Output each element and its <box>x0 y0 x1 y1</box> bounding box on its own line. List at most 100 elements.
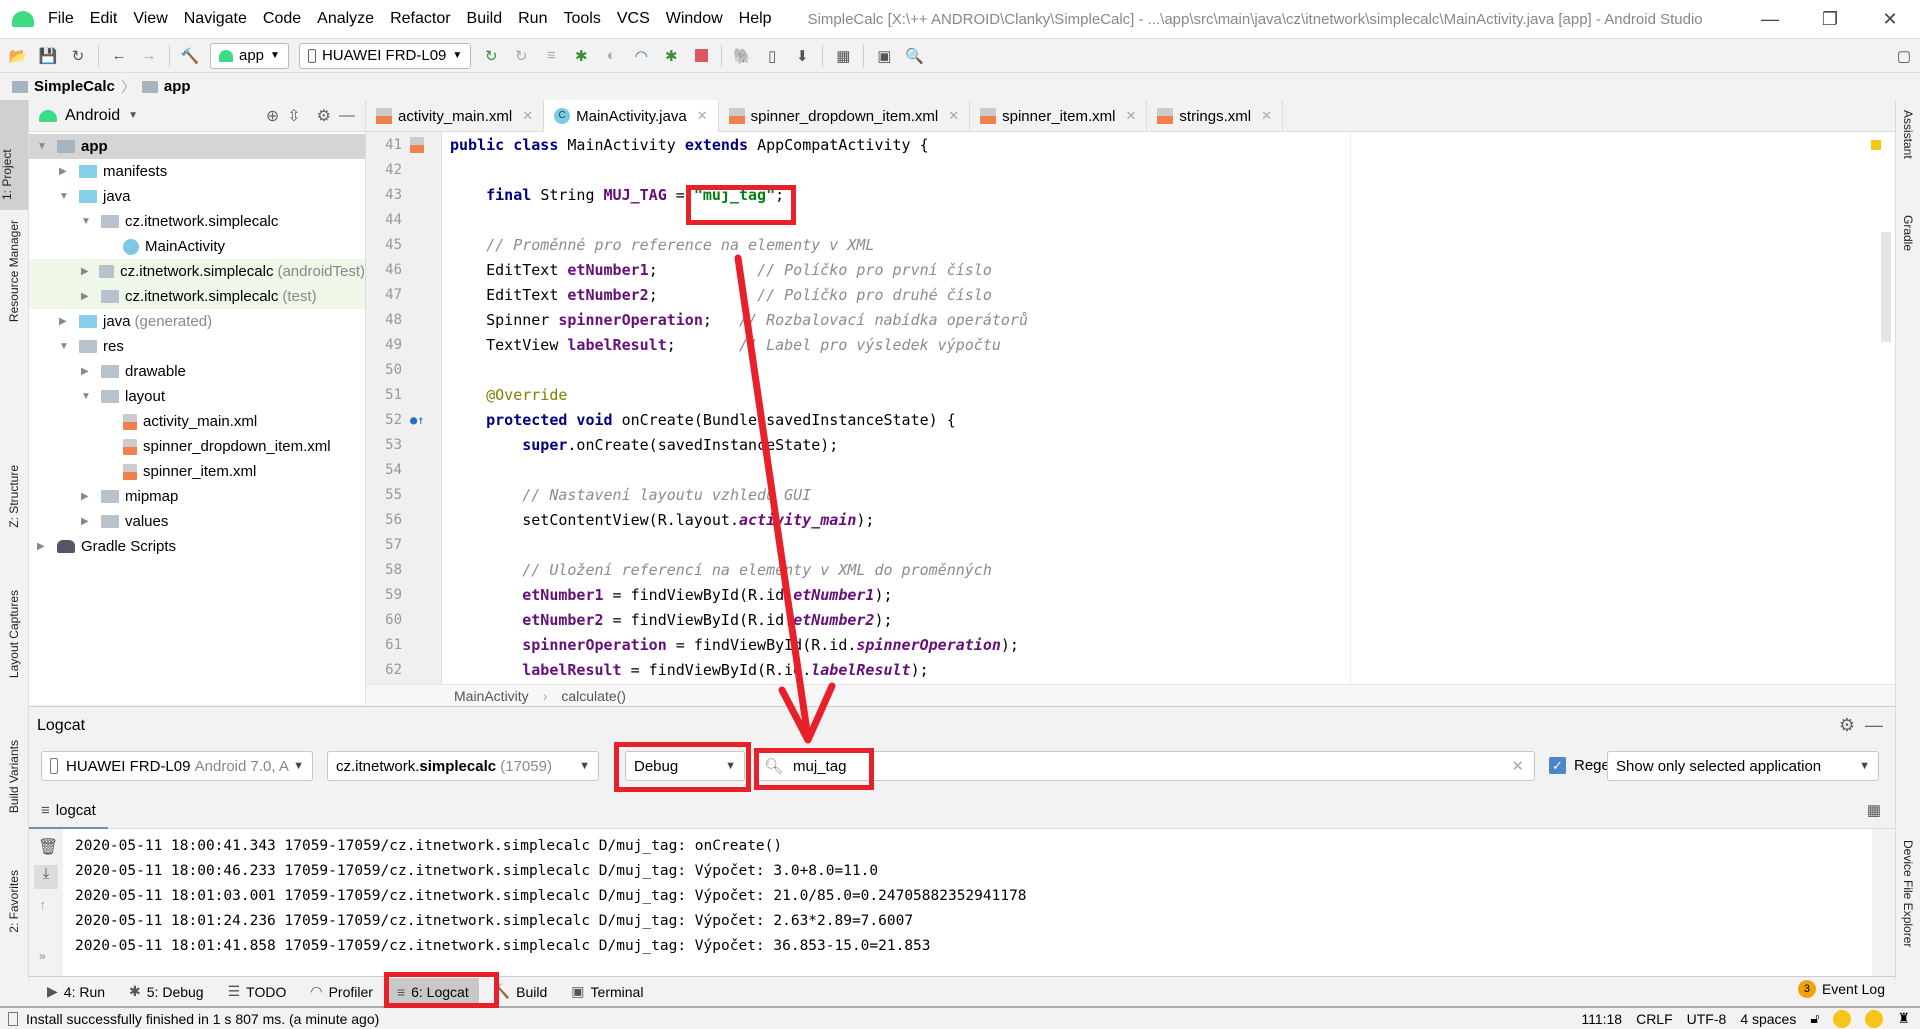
close-tab-icon[interactable]: ✕ <box>948 108 959 124</box>
caret-right-icon[interactable]: ▶ <box>81 491 95 502</box>
status-message[interactable]: Install successfully finished in 1 s 807… <box>26 1011 379 1027</box>
gear-icon[interactable]: ⚙ <box>317 106 331 126</box>
tree-item[interactable]: MainActivity <box>29 234 365 259</box>
attach-debugger-icon[interactable]: ◐ <box>601 46 621 66</box>
filter-config-select[interactable]: Show only selected application ▼ <box>1607 751 1879 781</box>
up-arrow-icon[interactable]: ↑ <box>39 897 47 914</box>
collapse-all-icon[interactable]: ⇳ <box>287 106 300 126</box>
save-icon[interactable]: 💾 <box>38 46 58 66</box>
caret-right-icon[interactable]: ▶ <box>81 291 95 302</box>
related-layout-icon[interactable] <box>410 136 424 153</box>
layout-options-icon[interactable]: ▦ <box>1867 801 1881 819</box>
caret-right-icon[interactable]: ▶ <box>81 366 95 377</box>
tab-project[interactable]: 1: Project <box>0 100 28 210</box>
tab-assistant[interactable]: Assistant <box>1901 110 1915 159</box>
tool-window-profiler[interactable]: ◠ Profiler <box>300 978 383 1006</box>
tab-spinner-dropdown-item-xml[interactable]: spinner_dropdown_item.xml ✕ <box>719 100 971 132</box>
sync-icon[interactable]: ↻ <box>68 46 88 66</box>
status-panel-icon[interactable] <box>8 1011 18 1026</box>
editor-scrollbar[interactable] <box>1881 232 1891 342</box>
tree-item[interactable]: ▼ app <box>29 134 365 159</box>
back-icon[interactable]: ← <box>109 46 129 66</box>
tree-item[interactable]: ▶ values <box>29 509 365 534</box>
hide-icon[interactable]: — <box>1865 715 1883 736</box>
user-icon[interactable]: ▢ <box>1894 46 1914 66</box>
stop-icon[interactable] <box>691 46 711 66</box>
locate-icon[interactable]: ⊕ <box>266 106 279 126</box>
override-method-icon[interactable]: ●↑ <box>410 413 424 427</box>
process-select[interactable]: cz.itnetwork. simplecalc (17059) ▼ <box>327 751 599 781</box>
tree-item[interactable]: ▶ drawable <box>29 359 365 384</box>
menu-window[interactable]: Window <box>666 10 723 28</box>
tree-item[interactable]: ▶ cz.itnetwork.simplecalc (test) <box>29 284 365 309</box>
caret-right-icon[interactable]: ▶ <box>59 166 73 177</box>
crumb-method[interactable]: calculate() <box>561 688 626 704</box>
menu-help[interactable]: Help <box>739 10 772 28</box>
menu-vcs[interactable]: VCS <box>617 10 650 28</box>
open-folder-icon[interactable]: 📂 <box>8 46 28 66</box>
tree-item[interactable]: ▼ res <box>29 334 365 359</box>
tool-window-terminal[interactable]: ▣ Terminal <box>561 978 653 1006</box>
tree-item[interactable]: activity_main.xml <box>29 409 365 434</box>
indent-setting[interactable]: 4 spaces <box>1740 1011 1796 1027</box>
tree-item[interactable]: ▶ mipmap <box>29 484 365 509</box>
rerun-icon[interactable]: ≡ <box>541 46 561 66</box>
tree-item[interactable]: spinner_item.xml <box>29 459 365 484</box>
line-separator[interactable]: CRLF <box>1636 1011 1673 1027</box>
menu-edit[interactable]: Edit <box>90 10 118 28</box>
tab-spinner-item-xml[interactable]: spinner_item.xml ✕ <box>970 100 1148 132</box>
hide-icon[interactable]: — <box>339 107 355 125</box>
caret-down-icon[interactable]: ▼ <box>81 391 95 402</box>
apply-code-changes-icon[interactable]: ↻ <box>511 46 531 66</box>
menu-code[interactable]: Code <box>263 10 301 28</box>
sdk-manager-icon[interactable]: ⬇ <box>792 46 812 66</box>
caret-right-icon[interactable]: ▶ <box>81 516 95 527</box>
tab-strings-xml[interactable]: strings.xml ✕ <box>1147 100 1283 132</box>
caret-right-icon[interactable]: ▶ <box>37 541 51 552</box>
close-tab-icon[interactable]: ✕ <box>697 108 708 124</box>
hammer-icon[interactable]: 🔨 <box>180 46 200 66</box>
debug-icon[interactable]: ✱ <box>571 46 591 66</box>
crumb-class[interactable]: MainActivity <box>454 688 529 704</box>
avd-manager-icon[interactable]: ▯ <box>762 46 782 66</box>
code-editor[interactable]: 41 public class MainActivity extends AppC… <box>366 132 1895 684</box>
inspection-status-icon[interactable] <box>1871 140 1881 150</box>
menu-run[interactable]: Run <box>518 10 547 28</box>
tab-gradle[interactable]: Gradle <box>1901 215 1915 251</box>
clear-search-icon[interactable]: ✕ <box>1511 757 1524 775</box>
tool-window-todo[interactable]: ☰ TODO <box>218 978 297 1006</box>
frown-feedback-icon[interactable] <box>1865 1009 1884 1028</box>
device-select[interactable]: HUAWEI FRD-L09 Android 7.0, A ▼ <box>41 751 313 781</box>
caret-position[interactable]: 111:18 <box>1581 1011 1622 1027</box>
close-tab-icon[interactable]: ✕ <box>1126 108 1137 124</box>
tab-logcat[interactable]: ≡ logcat <box>29 793 108 829</box>
tree-item[interactable]: ▶ manifests <box>29 159 365 184</box>
caret-right-icon[interactable]: ▶ <box>59 316 73 327</box>
menu-view[interactable]: View <box>133 10 167 28</box>
tree-item[interactable]: ▼ java <box>29 184 365 209</box>
attach-process-icon[interactable]: ✱ <box>661 46 681 66</box>
gear-icon[interactable]: ⚙ <box>1839 715 1855 736</box>
project-view-select[interactable]: Android <box>65 107 120 125</box>
menu-tools[interactable]: Tools <box>563 10 600 28</box>
restore-button[interactable]: ❐ <box>1800 0 1860 38</box>
presentation-icon[interactable]: ▣ <box>874 46 894 66</box>
tab-resource-manager[interactable]: Resource Manager <box>7 220 21 322</box>
caret-down-icon[interactable]: ▼ <box>59 341 73 352</box>
project-structure-icon[interactable]: ▦ <box>833 46 853 66</box>
apply-changes-icon[interactable]: ↻ <box>481 46 501 66</box>
tab-build-variants[interactable]: Build Variants <box>7 740 21 813</box>
profile-icon[interactable]: ◠ <box>631 46 651 66</box>
tree-item[interactable]: ▶ cz.itnetwork.simplecalc (androidTest) <box>29 259 365 284</box>
tree-item[interactable]: spinner_dropdown_item.xml <box>29 434 365 459</box>
checkbox-checked-icon[interactable]: ✓ <box>1549 757 1566 774</box>
menu-file[interactable]: File <box>48 10 74 28</box>
file-encoding[interactable]: UTF-8 <box>1687 1011 1727 1027</box>
breadcrumb-project[interactable]: SimpleCalc <box>34 78 115 95</box>
device-select[interactable]: HUAWEI FRD-L09 ▼ <box>298 42 472 69</box>
tool-window-debug[interactable]: ✱ 5: Debug <box>119 978 214 1006</box>
close-tab-icon[interactable]: ✕ <box>522 108 533 124</box>
tab-device-file-explorer[interactable]: Device File Explorer <box>1901 840 1915 947</box>
tab-mainactivity-java[interactable]: C MainActivity.java ✕ <box>544 100 719 132</box>
tab-favorites[interactable]: 2: Favorites <box>7 870 21 933</box>
